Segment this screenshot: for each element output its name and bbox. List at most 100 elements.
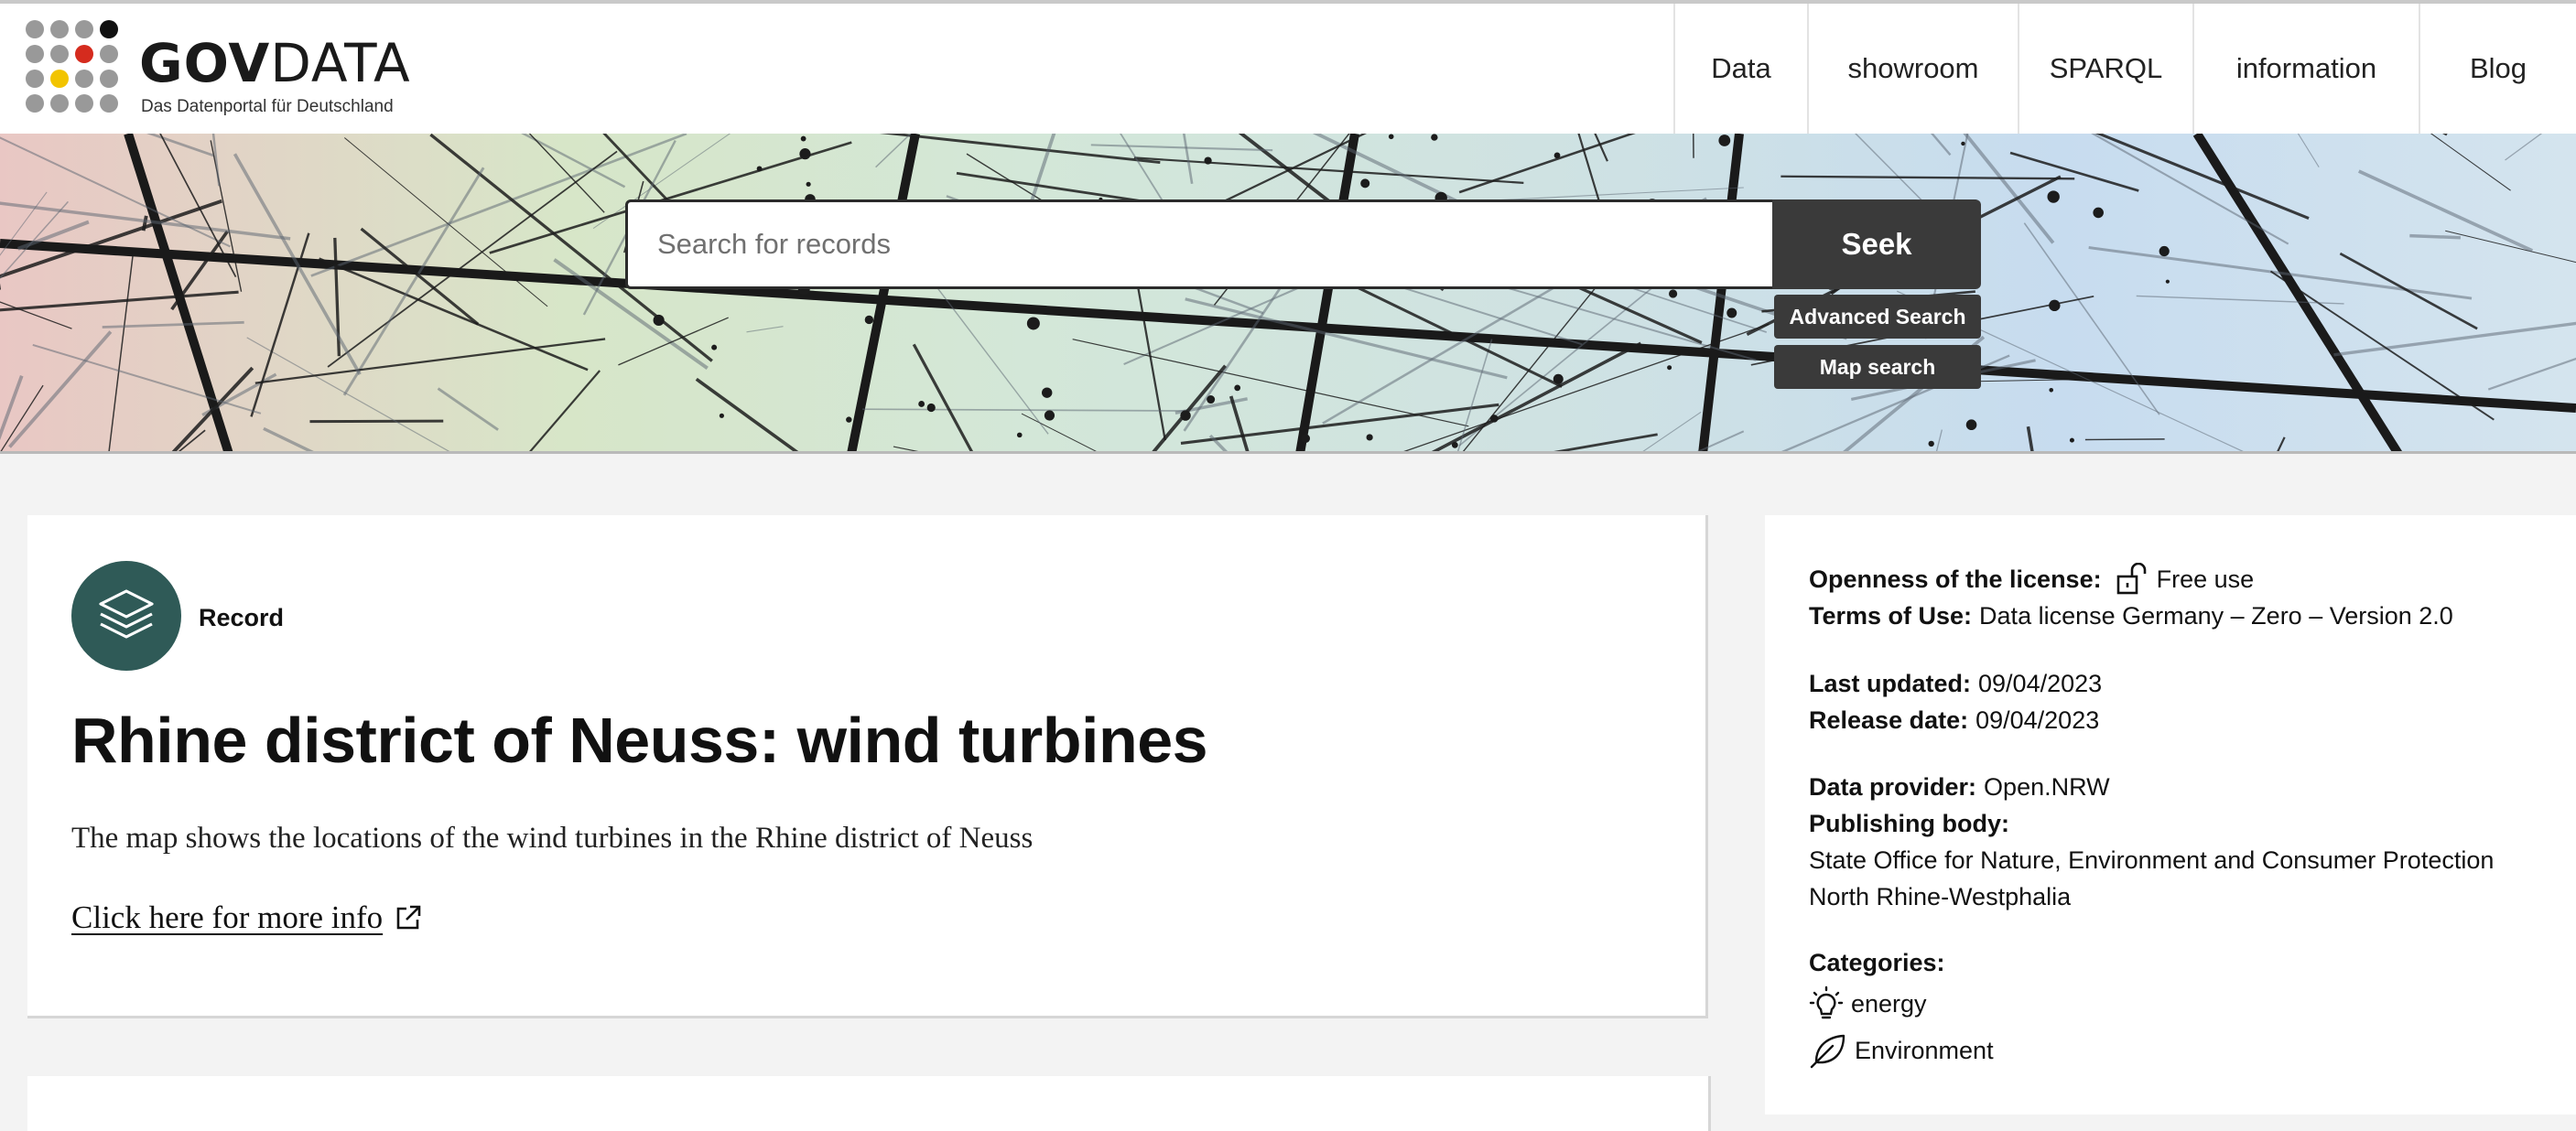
network-node — [1669, 289, 1677, 297]
network-node — [1553, 374, 1564, 384]
release-date-label: Release date: — [1809, 702, 1968, 738]
logo-dot — [50, 20, 69, 38]
publishing-body-label-row: Publishing body: — [1809, 805, 2017, 842]
logo-dot — [100, 70, 118, 88]
nav-item-sparql[interactable]: SPARQL — [2018, 4, 2192, 134]
logo-dot — [75, 70, 93, 88]
last-updated-row: Last updated: 09/04/2023 — [1809, 665, 2102, 702]
publishing-body-line2: North Rhine-Westphalia — [1809, 878, 2071, 915]
network-line — [2409, 236, 2461, 238]
network-line — [2359, 171, 2532, 251]
network-line — [2089, 248, 2472, 299]
network-line — [893, 447, 1153, 454]
network-line — [2028, 426, 2065, 454]
network-node — [846, 416, 851, 422]
network-node — [1367, 434, 1373, 440]
network-node — [1042, 387, 1052, 397]
network-line — [2295, 134, 2447, 135]
logo-wordmark: GOVDATA — [139, 37, 411, 90]
seek-button[interactable]: Seek — [1772, 199, 1981, 289]
network-line — [1434, 339, 1491, 454]
category-energy-label: energy — [1851, 986, 1927, 1022]
network-line — [1134, 157, 1523, 182]
more-info-link[interactable]: Click here for more info — [71, 899, 423, 936]
network-line — [618, 318, 728, 365]
terms-label: Terms of Use: — [1809, 598, 1972, 634]
logo-dot — [75, 45, 93, 63]
more-info-label: Click here for more info — [71, 899, 383, 936]
network-node — [1180, 410, 1190, 420]
logo-dot — [75, 20, 93, 38]
hero-banner — [0, 134, 2576, 454]
network-node — [927, 404, 936, 412]
network-line — [211, 140, 241, 291]
network-node — [2049, 388, 2053, 393]
network-node — [2047, 190, 2059, 202]
search-input[interactable] — [628, 202, 1772, 286]
network-line — [1073, 339, 1469, 426]
categories-label: Categories: — [1809, 944, 1945, 981]
nav-item-blog[interactable]: Blog — [2419, 4, 2576, 134]
license-openness-label: Openness of the license: — [1809, 561, 2102, 598]
network-node — [2093, 208, 2104, 219]
network-node — [2049, 300, 2060, 311]
network-line — [2333, 316, 2576, 355]
network-line — [914, 344, 976, 454]
govdata-logo[interactable]: GOVDATA Das Datenportal für Deutschland — [26, 20, 410, 121]
network-node — [654, 315, 665, 326]
network-node — [2070, 438, 2074, 443]
category-environment-label: Environment — [1855, 1032, 1994, 1069]
network-line — [746, 327, 783, 332]
category-energy[interactable]: energy — [1809, 986, 1927, 1022]
logo-dot — [26, 45, 44, 63]
data-provider-row: Data provider: Open.NRW — [1809, 769, 2110, 805]
categories-label-row: Categories: — [1809, 944, 1953, 981]
nav-item-showroom[interactable]: showroom — [1807, 4, 2018, 134]
release-date-row: Release date: 09/04/2023 — [1809, 702, 2099, 738]
network-line — [862, 409, 1186, 411]
network-line — [697, 379, 992, 454]
logo-dot — [26, 94, 44, 113]
network-node — [1017, 433, 1023, 438]
network-line — [851, 134, 915, 454]
advanced-search-button[interactable]: Advanced Search — [1774, 295, 1981, 339]
category-environment[interactable]: Environment — [1809, 1032, 1994, 1069]
lightbulb-icon — [1809, 986, 1844, 1022]
network-line — [10, 331, 111, 447]
network-line — [1181, 404, 1499, 443]
license-openness-value: Free use — [2157, 561, 2255, 598]
network-line — [2085, 439, 2165, 440]
network-line — [1528, 134, 1607, 161]
network-node — [1389, 134, 1394, 139]
network-line — [2506, 134, 2576, 160]
record-metadata-sidebar: Openness of the license: Free use Terms … — [1765, 515, 2576, 1115]
network-line — [876, 134, 1031, 167]
network-node — [1718, 135, 1730, 146]
external-link-icon — [394, 903, 423, 932]
logo-tagline: Das Datenportal für Deutschland — [141, 97, 394, 117]
main-nav: Data showroom SPARQL information Blog — [1673, 4, 2576, 137]
release-date-value: 09/04/2023 — [1975, 702, 2099, 738]
network-node — [1431, 134, 1437, 140]
terms-of-use-row: Terms of Use: Data license Germany – Zer… — [1809, 598, 2453, 634]
network-node — [1044, 410, 1055, 420]
network-line — [2202, 134, 2511, 190]
layers-icon — [71, 561, 181, 671]
network-node — [757, 166, 763, 171]
network-line — [344, 167, 483, 395]
network-node — [801, 136, 806, 142]
map-search-button[interactable]: Map search — [1774, 345, 1981, 389]
network-line — [2340, 253, 2477, 329]
logo-dot — [100, 94, 118, 113]
site-header: GOVDATA Das Datenportal für Deutschland … — [0, 0, 2576, 134]
network-line — [1231, 396, 1291, 454]
network-line — [1703, 134, 1739, 454]
nav-item-information[interactable]: information — [2192, 4, 2419, 134]
leaf-icon — [1809, 1032, 1847, 1069]
network-line — [264, 428, 570, 454]
nav-item-data[interactable]: Data — [1673, 4, 1807, 134]
network-line — [2081, 134, 2289, 244]
network-line — [309, 421, 443, 422]
publishing-body-label: Publishing body: — [1809, 805, 2009, 842]
logo-dot-grid — [26, 20, 126, 121]
